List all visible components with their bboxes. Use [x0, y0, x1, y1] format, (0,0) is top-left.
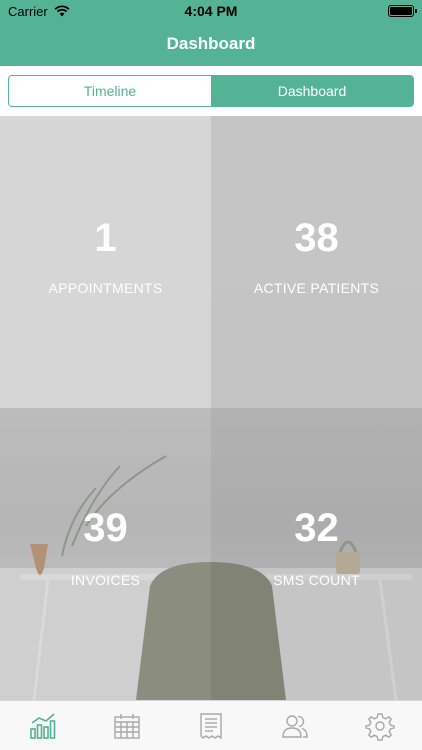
settings-icon [365, 712, 395, 741]
tab-calendar[interactable] [84, 701, 168, 750]
tab-dashboard[interactable] [0, 701, 84, 750]
stats-grid: 1 APPOINTMENTS 38 ACTIVE PATIENTS 39 INV… [0, 116, 422, 700]
stat-label: SMS COUNT [273, 572, 360, 588]
tab-patients[interactable] [253, 701, 337, 750]
stat-value: 38 [294, 216, 339, 260]
tab-bar [0, 700, 422, 750]
status-bar: Carrier 4:04 PM [0, 0, 422, 22]
segment-dashboard[interactable]: Dashboard [211, 76, 413, 106]
tab-settings[interactable] [338, 701, 422, 750]
stat-tile-invoices[interactable]: 39 INVOICES [0, 408, 211, 700]
status-time: 4:04 PM [184, 3, 238, 19]
chart-icon [30, 712, 56, 739]
stat-value: 1 [94, 216, 117, 260]
stat-tile-appointments[interactable]: 1 APPOINTMENTS [0, 116, 211, 408]
stat-label: APPOINTMENTS [48, 280, 163, 296]
battery-icon [388, 5, 417, 17]
page-title: Dashboard [166, 34, 256, 53]
stat-value: 39 [83, 506, 128, 550]
stat-tile-sms-count[interactable]: 32 SMS COUNT [211, 408, 422, 700]
calendar-icon [113, 713, 140, 739]
stat-label: INVOICES [70, 572, 141, 588]
segment-container: Timeline Dashboard [0, 66, 422, 116]
tab-invoices[interactable] [169, 701, 253, 750]
patients-icon [282, 714, 309, 738]
stat-value: 32 [294, 506, 339, 550]
stat-tile-active-patients[interactable]: 38 ACTIVE PATIENTS [211, 116, 422, 408]
segment-timeline[interactable]: Timeline [9, 76, 211, 106]
receipt-icon [200, 712, 222, 739]
segmented-control: Timeline Dashboard [8, 75, 414, 107]
navigation-bar: Dashboard [0, 22, 422, 66]
stat-label: ACTIVE PATIENTS [253, 280, 380, 296]
